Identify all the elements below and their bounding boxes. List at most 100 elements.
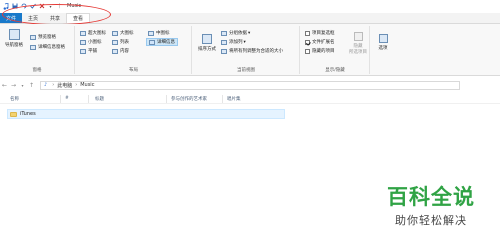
tab-home[interactable]: 主页	[22, 13, 44, 23]
hide-selected-icon	[353, 32, 363, 41]
group-options: 选项	[371, 26, 395, 74]
column-name[interactable]: 名称	[10, 96, 19, 102]
file-extensions-label: 文件扩展名	[312, 40, 335, 45]
file-extensions-checkbox[interactable]	[305, 39, 310, 45]
small-icons-icon	[80, 39, 86, 45]
group-by-button[interactable]: 分组依据 ▾	[221, 30, 250, 36]
tab-file[interactable]: 文件	[0, 13, 23, 23]
title-bar: ▾ | Music	[0, 0, 500, 12]
sort-by-label: 排序方式	[198, 47, 216, 52]
address-row: ← → ▾ ↑ ♪ › 此电脑 › Music	[0, 79, 500, 91]
content-icon	[112, 48, 118, 54]
add-columns-icon	[221, 39, 227, 45]
size-columns-label: 将所有列调整为合适的大小	[229, 49, 283, 54]
extra-large-icons-icon	[80, 30, 86, 36]
size-all-columns-button[interactable]: 将所有列调整为合适的大小	[221, 48, 283, 54]
layout-label: 大图标	[120, 31, 134, 36]
details-icon	[149, 39, 155, 45]
medium-icons-icon	[148, 30, 154, 36]
hidden-items-checkbox[interactable]	[305, 48, 310, 54]
customize-toolbar-icon[interactable]: ▾	[47, 3, 54, 10]
window-title: Music	[67, 3, 82, 9]
save-icon[interactable]	[11, 3, 18, 10]
add-columns-button[interactable]: 添加列 ▾	[221, 39, 246, 45]
options-button[interactable]: 选项	[373, 34, 393, 51]
details-pane-label: 详细信息窗格	[38, 45, 65, 50]
dropdown-arrow-icon: ▾	[248, 30, 251, 36]
layout-tiles[interactable]: 平铺	[80, 48, 97, 54]
ribbon: 导航窗格 预览窗格 详细信息窗格 窗格 超大图标 大图标 中图标 小图标 列表 …	[0, 24, 500, 76]
ribbon-tabs: 文件 主页 共享 查看	[0, 13, 500, 24]
music-folder-icon: ♪	[44, 82, 48, 88]
options-icon	[378, 34, 388, 43]
music-app-icon	[2, 2, 9, 10]
undo-icon[interactable]	[20, 3, 27, 10]
column-divider[interactable]	[60, 95, 61, 103]
column-title[interactable]: 标题	[95, 96, 104, 102]
group-by-icon	[221, 30, 227, 36]
back-arrow-icon[interactable]: ←	[0, 82, 9, 89]
item-checkboxes-checkbox[interactable]	[305, 30, 310, 36]
column-divider[interactable]	[166, 95, 167, 103]
recent-dropdown-icon[interactable]: ▾	[18, 83, 27, 88]
column-divider[interactable]	[222, 95, 223, 103]
address-bar[interactable]: ♪ › 此电脑 › Music	[40, 80, 460, 90]
item-checkboxes-toggle[interactable]: 项目复选框	[305, 30, 335, 36]
details-pane-button[interactable]: 详细信息窗格	[30, 44, 65, 50]
column-album[interactable]: 唱片集	[227, 96, 241, 102]
group-layout-label: 布局	[129, 68, 138, 73]
layout-small-icons[interactable]: 小图标	[80, 39, 102, 45]
item-checkboxes-label: 项目复选框	[312, 31, 335, 36]
group-layout: 超大图标 大图标 中图标 小图标 列表 详细信息 平铺 内容 布局	[76, 26, 192, 74]
preview-pane-label: 预览窗格	[38, 35, 56, 40]
tab-share[interactable]: 共享	[44, 13, 66, 23]
layout-label: 超大图标	[88, 31, 106, 36]
column-number[interactable]: #	[65, 96, 69, 101]
layout-medium-icons[interactable]: 中图标	[148, 30, 170, 36]
group-by-label: 分组依据	[229, 31, 247, 36]
group-show-hide: 项目复选框 文件扩展名 隐藏的项目 隐藏 所选项目 显示/隐藏	[301, 26, 370, 74]
breadcrumb-this-pc[interactable]: 此电脑	[57, 82, 72, 89]
nav-pane-label: 导航窗格	[5, 43, 23, 48]
layout-details[interactable]: 详细信息	[146, 38, 178, 46]
up-arrow-icon[interactable]: ↑	[27, 82, 36, 89]
dropdown-arrow-icon: ▾	[243, 39, 246, 45]
sort-by-icon	[202, 34, 212, 44]
details-pane-icon	[30, 44, 36, 50]
crumb-separator-icon: ›	[52, 82, 55, 88]
hide-selected-button[interactable]: 隐藏 所选项目	[349, 32, 367, 55]
delete-icon[interactable]	[38, 3, 45, 10]
layout-list[interactable]: 列表	[112, 39, 129, 45]
list-item[interactable]: iTunes	[7, 109, 285, 119]
watermark-title: 百科全说	[387, 185, 475, 209]
group-panes: 导航窗格 预览窗格 详细信息窗格 窗格	[0, 26, 75, 74]
preview-pane-button[interactable]: 预览窗格	[30, 34, 56, 40]
layout-label: 内容	[120, 49, 129, 54]
add-columns-label: 添加列	[229, 40, 243, 45]
file-name: iTunes	[20, 111, 36, 117]
hidden-items-toggle[interactable]: 隐藏的项目	[305, 48, 335, 54]
nav-pane-button[interactable]: 导航窗格	[3, 29, 25, 48]
list-icon	[112, 39, 118, 45]
layout-label: 中图标	[156, 31, 170, 36]
hidden-items-label: 隐藏的项目	[312, 49, 335, 54]
column-divider[interactable]	[88, 95, 89, 103]
tab-view[interactable]: 查看	[66, 13, 91, 23]
group-current-view: 排序方式 分组依据 ▾ 添加列 ▾ 将所有列调整为合适的大小 当前视图	[193, 26, 300, 74]
preview-pane-icon	[30, 34, 36, 40]
nav-pane-icon	[8, 29, 20, 40]
sort-by-button[interactable]: 排序方式	[196, 34, 218, 52]
layout-content[interactable]: 内容	[112, 48, 129, 54]
layout-extra-large-icons[interactable]: 超大图标	[80, 30, 106, 36]
layout-label: 小图标	[88, 40, 102, 45]
check-icon[interactable]	[29, 3, 36, 10]
forward-arrow-icon[interactable]: →	[9, 82, 18, 89]
layout-large-icons[interactable]: 大图标	[112, 30, 134, 36]
options-label: 选项	[378, 46, 388, 51]
breadcrumb-music[interactable]: Music	[80, 82, 94, 88]
layout-label: 平铺	[88, 49, 97, 54]
size-columns-icon	[221, 48, 227, 54]
column-artists[interactable]: 参与创作的艺术家	[171, 96, 207, 102]
file-extensions-toggle[interactable]: 文件扩展名	[305, 39, 335, 45]
watermark: 百科全说 助你轻松解决	[372, 181, 490, 228]
